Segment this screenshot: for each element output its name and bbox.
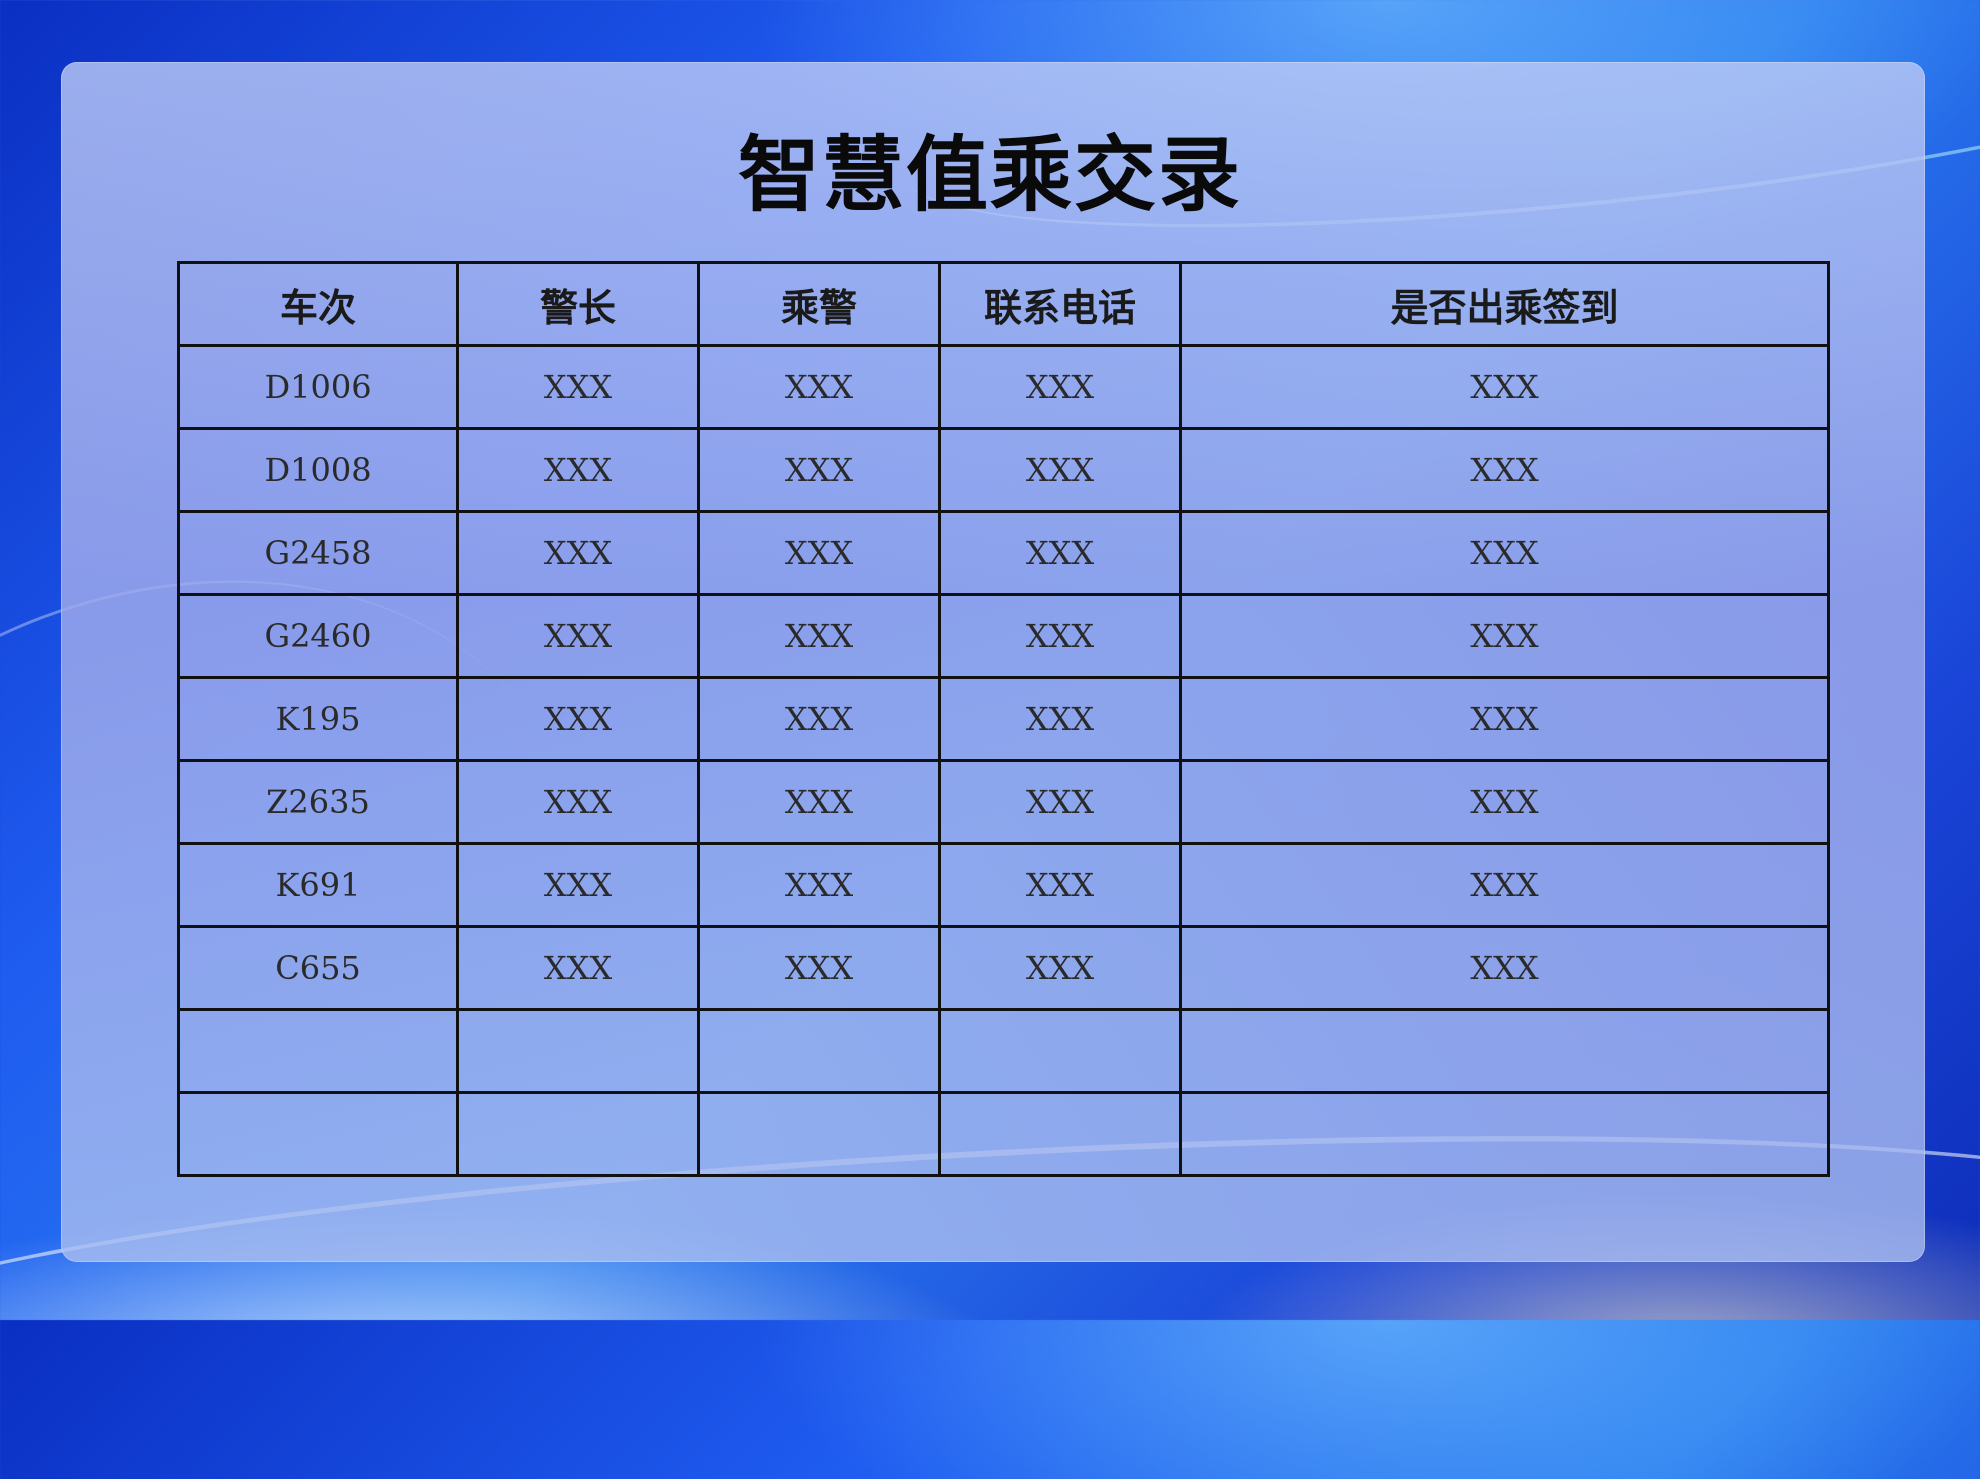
cell-officer: XXX (697, 593, 941, 679)
cell-checkin: XXX (1179, 676, 1830, 762)
cell-chief: XXX (456, 925, 700, 1011)
table-row: C655 XXX XXX XXX XXX (177, 925, 1830, 1011)
table-row: K195 XXX XXX XXX XXX (177, 676, 1830, 762)
table-row: K691 XXX XXX XXX XXX (177, 842, 1830, 928)
cell-phone: XXX (938, 344, 1182, 430)
cell-phone: XXX (938, 676, 1182, 762)
cell-checkin (1179, 1008, 1830, 1094)
cell-checkin (1179, 1091, 1830, 1177)
table-row-empty (177, 1091, 1830, 1177)
cell-officer: XXX (697, 759, 941, 845)
cell-officer: XXX (697, 510, 941, 596)
cell-phone: XXX (938, 427, 1182, 513)
table-row-empty (177, 1008, 1830, 1094)
cell-checkin: XXX (1179, 427, 1830, 513)
cell-phone (938, 1008, 1182, 1094)
header-checkin: 是否出乘签到 (1179, 261, 1830, 347)
cell-officer: XXX (697, 676, 941, 762)
header-train-number: 车次 (177, 261, 459, 347)
cell-officer (697, 1091, 941, 1177)
duty-record-table: 车次 警长 乘警 联系电话 是否出乘签到 D1006 XXX XXX XXX X… (177, 261, 1830, 1177)
table-header-row: 车次 警长 乘警 联系电话 是否出乘签到 (177, 261, 1830, 347)
cell-chief: XXX (456, 593, 700, 679)
header-officer: 乘警 (697, 261, 941, 347)
cell-train-number: G2458 (177, 510, 459, 596)
cell-train-number: K691 (177, 842, 459, 928)
cell-train-number: D1006 (177, 344, 459, 430)
cell-chief: XXX (456, 676, 700, 762)
page-title: 智慧值乘交录 (737, 127, 1242, 223)
cell-phone: XXX (938, 510, 1182, 596)
cell-officer: XXX (697, 925, 941, 1011)
cell-train-number (177, 1008, 459, 1094)
cell-checkin: XXX (1179, 593, 1830, 679)
cell-checkin: XXX (1179, 344, 1830, 430)
cell-checkin: XXX (1179, 510, 1830, 596)
cell-checkin: XXX (1179, 925, 1830, 1011)
cell-train-number (177, 1091, 459, 1177)
cell-train-number: K195 (177, 676, 459, 762)
header-phone: 联系电话 (938, 261, 1182, 347)
cell-phone: XXX (938, 593, 1182, 679)
cell-phone: XXX (938, 759, 1182, 845)
table-row: G2458 XXX XXX XXX XXX (177, 510, 1830, 596)
table-row: D1008 XXX XXX XXX XXX (177, 427, 1830, 513)
cell-checkin: XXX (1179, 842, 1830, 928)
cell-train-number: D1008 (177, 427, 459, 513)
cell-phone (938, 1091, 1182, 1177)
cell-officer (697, 1008, 941, 1094)
cell-officer: XXX (697, 427, 941, 513)
cell-chief: XXX (456, 842, 700, 928)
cell-chief (456, 1008, 700, 1094)
cell-chief (456, 1091, 700, 1177)
cell-train-number: C655 (177, 925, 459, 1011)
table-row: Z2635 XXX XXX XXX XXX (177, 759, 1830, 845)
cell-chief: XXX (456, 510, 700, 596)
cell-phone: XXX (938, 842, 1182, 928)
table-row: D1006 XXX XXX XXX XXX (177, 344, 1830, 430)
header-chief: 警长 (456, 261, 700, 347)
cell-chief: XXX (456, 344, 700, 430)
cell-officer: XXX (697, 344, 941, 430)
cell-officer: XXX (697, 842, 941, 928)
cell-phone: XXX (938, 925, 1182, 1011)
cell-chief: XXX (456, 759, 700, 845)
cell-checkin: XXX (1179, 759, 1830, 845)
cell-train-number: G2460 (177, 593, 459, 679)
cell-chief: XXX (456, 427, 700, 513)
table-row: G2460 XXX XXX XXX XXX (177, 593, 1830, 679)
cell-train-number: Z2635 (177, 759, 459, 845)
